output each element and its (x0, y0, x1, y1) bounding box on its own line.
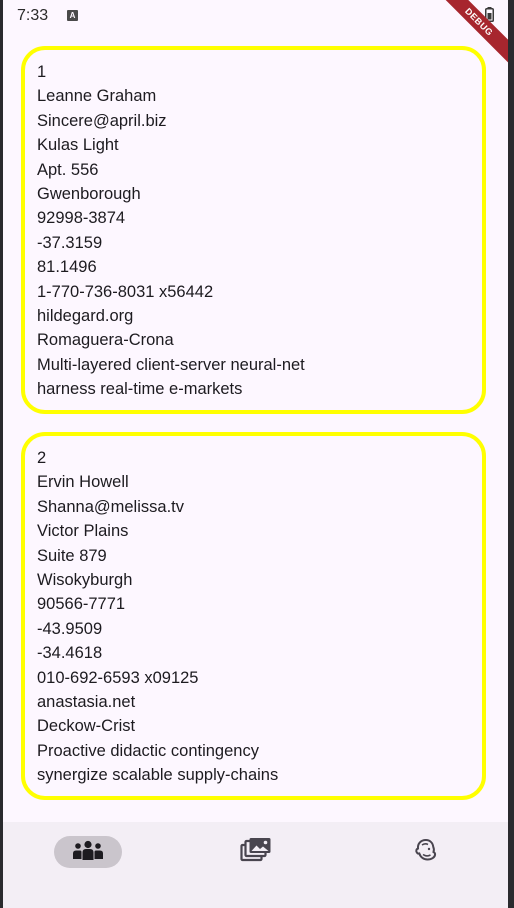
status-time: 7:33 (17, 7, 49, 24)
mailchimp-icon (414, 838, 438, 867)
user-email: Sincere@april.biz (37, 111, 167, 130)
address-zipcode: 92998-3874 (37, 209, 126, 228)
user-name: Leanne Graham (37, 87, 157, 106)
people-icon (71, 840, 105, 865)
notification-icon: A (67, 10, 78, 21)
user-phone: 010-692-6593 x09125 (37, 668, 199, 687)
address-city: Wisokyburgh (37, 570, 133, 589)
nav-users-tab[interactable] (54, 836, 122, 868)
address-city: Gwenborough (37, 184, 141, 203)
user-email: Shanna@melissa.tv (37, 497, 184, 516)
user-name: Ervin Howell (37, 473, 129, 492)
nav-photos-tab[interactable] (222, 836, 290, 868)
right-window-edge (508, 0, 514, 908)
geo-lng: -34.4618 (37, 644, 103, 663)
user-card: 1 Leanne Graham Sincere@april.biz Kulas … (21, 46, 486, 414)
geo-lng: 81.1496 (37, 258, 97, 277)
address-street: Victor Plains (37, 522, 129, 541)
company-catch-phrase: Multi-layered client-server neural-net (37, 355, 305, 374)
user-website: hildegard.org (37, 306, 134, 325)
address-zipcode: 90566-7771 (37, 595, 126, 614)
address-street: Kulas Light (37, 136, 119, 155)
address-suite: Suite 879 (37, 546, 107, 565)
bottom-navigation-bar (3, 822, 508, 908)
user-phone: 1-770-736-8031 x56442 (37, 282, 214, 301)
user-id: 1 (37, 63, 47, 81)
company-catch-phrase: Proactive didactic contingency (37, 741, 259, 760)
company-bs: synergize scalable supply-chains (37, 766, 279, 785)
user-id: 2 (37, 449, 47, 467)
status-bar: 7:33 A (3, 0, 508, 34)
nav-mailchimp-tab[interactable] (392, 836, 460, 868)
user-card: 2 Ervin Howell Shanna@melissa.tv Victor … (21, 432, 486, 800)
company-name: Romaguera-Crona (37, 331, 174, 350)
company-name: Deckow-Crist (37, 717, 136, 736)
geo-lat: -43.9509 (37, 619, 103, 638)
user-website: anastasia.net (37, 692, 136, 711)
geo-lat: -37.3159 (37, 233, 103, 252)
address-suite: Apt. 556 (37, 160, 99, 179)
photo-gallery-icon (240, 837, 272, 867)
app-screen: 7:33 A DEBUG 1 Leanne Graham Sincere@apr… (3, 0, 508, 908)
company-bs: harness real-time e-markets (37, 380, 243, 399)
